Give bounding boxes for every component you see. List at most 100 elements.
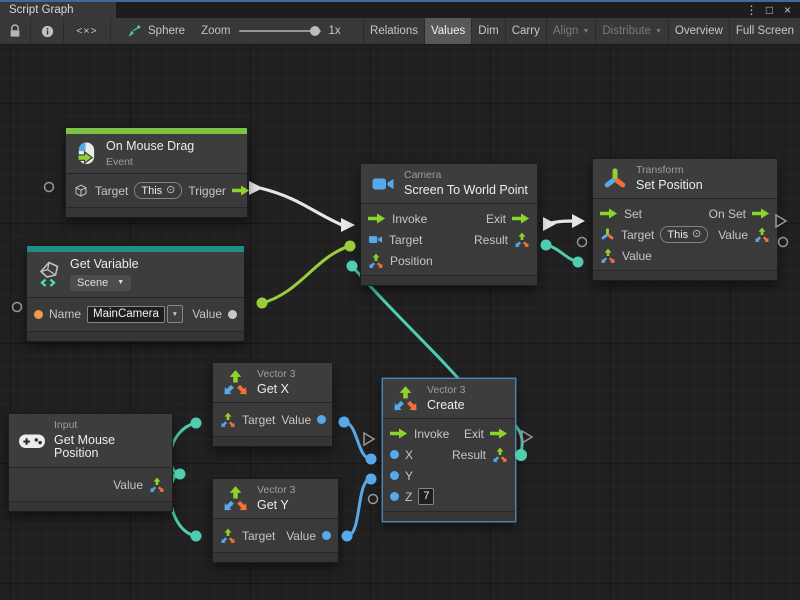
control-input-arrow-icon[interactable] [390, 428, 408, 439]
window-close-icon[interactable]: × [780, 3, 795, 17]
vector3-port-icon[interactable] [368, 253, 384, 269]
vector3-port-icon[interactable] [220, 528, 236, 544]
window-menu-icon[interactable]: ⋮ [744, 3, 759, 17]
control-output-arrow-icon[interactable] [490, 428, 508, 439]
node-on-mouse-drag[interactable]: On Mouse Drag Event Target This ⊙ Trigge… [65, 127, 248, 218]
tab-bar: Script Graph ⋮ □ × [0, 0, 800, 18]
port-rows: Target This ⊙ Trigger [66, 174, 247, 207]
port-right: Exit [464, 427, 508, 441]
port-label-x: X [405, 448, 413, 462]
relations-button[interactable]: Relations [363, 18, 424, 44]
string-port-dot[interactable] [34, 310, 43, 319]
object-port-dot[interactable] [228, 310, 237, 319]
lock-button[interactable] [0, 18, 31, 44]
node-category: Vector 3 [257, 369, 296, 380]
camera-port-icon[interactable] [368, 232, 383, 247]
dim-button[interactable]: Dim [471, 18, 504, 44]
breadcrumb[interactable]: Sphere [111, 18, 193, 44]
vector3-port-icon[interactable] [149, 477, 165, 493]
code-preview-button[interactable]: <×> [64, 18, 111, 44]
port-row: Invoke Exit [383, 423, 515, 444]
port-label-name: Name [49, 307, 81, 321]
graph-pointer-icon [127, 24, 142, 39]
node-footer [593, 270, 777, 280]
port-rows: Target Value [213, 403, 332, 436]
tab-script-graph[interactable]: Script Graph [0, 2, 116, 18]
z-value-field[interactable]: 7 [418, 488, 434, 505]
port-row: Name MainCamera ▼ Value [27, 302, 244, 327]
overview-button[interactable]: Overview [668, 18, 729, 44]
zoom-label: Zoom [201, 18, 230, 44]
port-label-trigger: Trigger [188, 184, 226, 198]
port-label-on-set: On Set [709, 207, 746, 221]
variable-name-dropdown[interactable]: MainCamera ▼ [87, 305, 183, 323]
this-value: This [141, 185, 162, 197]
node-get-y[interactable]: Vector 3 Get Y Target Value [212, 478, 339, 563]
node-header: Vector 3 Get Y [213, 479, 338, 519]
zoom-slider-track[interactable] [239, 30, 321, 32]
transform-port-icon[interactable] [600, 227, 615, 242]
node-footer [27, 331, 244, 341]
zoom-slider-handle[interactable] [310, 26, 320, 36]
vector3-port-icon[interactable] [600, 248, 616, 264]
node-get-x[interactable]: Vector 3 Get X Target Value [212, 362, 333, 447]
values-button[interactable]: Values [424, 18, 471, 44]
node-set-position[interactable]: Transform Set Position Set On Set Target [592, 158, 778, 281]
vector3-port-icon[interactable] [492, 447, 508, 463]
inspect-button[interactable] [31, 18, 64, 44]
target-this-chip[interactable]: This ⊙ [134, 182, 182, 199]
node-header: Input Get Mouse Position [9, 414, 172, 468]
port-label-result: Result [452, 448, 486, 462]
node-title: Get Mouse Position [54, 434, 163, 462]
port-rows: Value [9, 468, 172, 501]
full-screen-button[interactable]: Full Screen [729, 18, 800, 44]
node-vector3-create[interactable]: Vector 3 Create Invoke Exit X [382, 378, 516, 522]
window-maximize-icon[interactable]: □ [762, 3, 777, 17]
node-get-variable[interactable]: Get Variable Scene ▼ Name MainCamera ▼ [26, 245, 245, 342]
control-input-arrow-icon[interactable] [368, 213, 386, 224]
node-category: Transform [636, 165, 703, 176]
vector3-icon [222, 485, 249, 512]
port-row: Value [593, 245, 777, 266]
button-label: Align [553, 25, 579, 37]
port-row: Position [361, 250, 537, 271]
distribute-dropdown-button[interactable]: Distribute ▼ [595, 18, 668, 44]
float-port-dot[interactable] [390, 450, 399, 459]
port-right: Result [452, 447, 508, 463]
port-label-exit: Exit [464, 427, 484, 441]
target-this-chip[interactable]: This ⊙ [660, 226, 708, 243]
control-output-arrow-icon[interactable] [232, 185, 250, 196]
vector3-port-icon[interactable] [220, 412, 236, 428]
node-screen-to-world-point[interactable]: Camera Screen To World Point Invoke Exit… [360, 163, 538, 286]
port-label-value: Value [192, 307, 222, 321]
port-row: Target Value [213, 523, 338, 548]
variable-scope-dropdown[interactable]: Scene ▼ [70, 275, 131, 291]
button-label: Overview [675, 25, 723, 37]
gameobject-cube-icon[interactable] [73, 183, 89, 199]
align-dropdown-button[interactable]: Align ▼ [546, 18, 596, 44]
control-output-arrow-icon[interactable] [512, 213, 530, 224]
vector3-port-icon[interactable] [754, 227, 770, 243]
float-port-dot[interactable] [317, 415, 326, 424]
target-self-icon: ⊙ [692, 229, 701, 240]
node-title: Create [427, 399, 466, 413]
node-title: Get Variable [70, 258, 139, 272]
carry-button[interactable]: Carry [505, 18, 546, 44]
float-port-dot[interactable] [390, 471, 399, 480]
button-label: Relations [370, 25, 418, 37]
node-titles: Vector 3 Get X [257, 369, 296, 396]
chevron-down-icon[interactable]: ▼ [167, 305, 183, 323]
port-right: Value [192, 307, 237, 321]
zoom-slider[interactable] [239, 18, 321, 44]
float-port-dot[interactable] [390, 492, 399, 501]
node-category: Input [54, 420, 163, 431]
control-output-arrow-icon[interactable] [752, 208, 770, 219]
vector3-port-icon[interactable] [514, 232, 530, 248]
float-port-dot[interactable] [322, 531, 331, 540]
control-input-arrow-icon[interactable] [600, 208, 618, 219]
port-label-value: Value [113, 478, 143, 492]
port-label-result: Result [474, 233, 508, 247]
node-get-mouse-position[interactable]: Input Get Mouse Position Value [8, 413, 173, 512]
breadcrumb-label: Sphere [148, 25, 185, 37]
button-label: Distribute [602, 25, 651, 37]
